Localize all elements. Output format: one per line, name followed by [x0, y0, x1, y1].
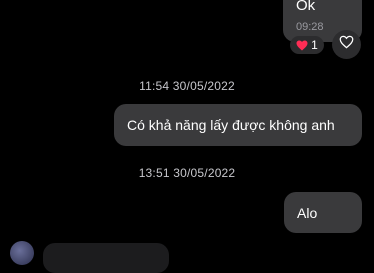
- red-heart-icon: [296, 40, 308, 51]
- message-text: Alo: [297, 204, 318, 221]
- avatar[interactable]: [10, 241, 34, 265]
- date-separator: 13:51 30/05/2022: [138, 166, 236, 180]
- outgoing-message-alo[interactable]: Alo: [284, 192, 362, 233]
- message-text: Ok: [296, 0, 316, 14]
- date-separator: 11:54 30/05/2022: [139, 79, 235, 93]
- outgoing-message-question[interactable]: Có khả năng lấy được không anh: [114, 104, 362, 146]
- message-time: 09:28: [296, 21, 324, 33]
- incoming-message[interactable]: [43, 243, 169, 273]
- reaction-badge[interactable]: 1: [290, 36, 324, 54]
- reaction-count: 1: [311, 38, 318, 52]
- react-button[interactable]: [332, 30, 361, 59]
- message-text: Có khả năng lấy được không anh: [127, 117, 335, 133]
- heart-outline-icon: [339, 35, 354, 54]
